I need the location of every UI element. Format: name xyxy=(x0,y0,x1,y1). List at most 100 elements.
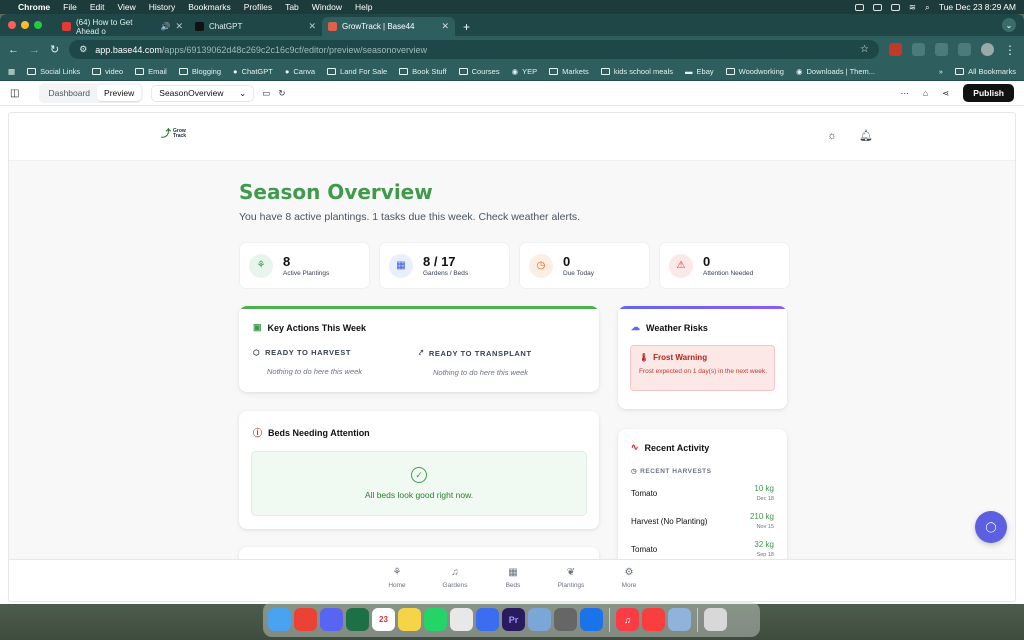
stat-attention-needed[interactable]: ⚠ 0 Attention Needed xyxy=(659,242,790,289)
theme-toggle-sun-icon[interactable]: ☼ xyxy=(827,130,837,142)
sidebar-toggle-icon[interactable]: ◫ xyxy=(10,88,19,99)
safari-icon[interactable] xyxy=(554,608,577,631)
extensions-puzzle-icon[interactable] xyxy=(912,43,925,56)
close-window-button[interactable] xyxy=(8,21,16,29)
chat-button[interactable]: ◯ xyxy=(975,511,1007,543)
bookmark-item[interactable]: Land For Sale xyxy=(327,67,387,76)
stat-gardens-beds[interactable]: ▦ 8 / 17 Gardens / Beds xyxy=(379,242,510,289)
all-bookmarks[interactable]: » All Bookmarks xyxy=(939,67,1016,76)
screenshot-icon[interactable] xyxy=(668,608,691,631)
bookmark-item[interactable]: ● ChatGPT xyxy=(233,67,273,76)
site-info-icon[interactable]: ⚙ xyxy=(79,44,87,55)
music-icon[interactable]: ♫ xyxy=(616,608,639,631)
browser-tab[interactable]: ChatGPT ✕ xyxy=(189,17,322,36)
share-icon[interactable]: ⋖ xyxy=(942,88,949,99)
bookmark-item[interactable]: Email xyxy=(135,67,167,76)
media-icon[interactable] xyxy=(958,43,971,56)
search-icon[interactable]: ⌕ xyxy=(925,2,930,13)
menu-help[interactable]: Help xyxy=(355,2,372,12)
new-tab-icon[interactable]: + xyxy=(463,17,470,36)
bookmark-item[interactable]: Markets xyxy=(549,67,589,76)
finder-icon[interactable] xyxy=(268,608,291,631)
device-preview-icon[interactable]: ▭ xyxy=(262,88,270,99)
nordvpn-icon[interactable] xyxy=(580,608,603,631)
page-selector[interactable]: SeasonOverview ⌄ xyxy=(151,84,255,102)
bookmark-item[interactable]: ● Canva xyxy=(285,67,315,76)
more-menu-icon[interactable]: ⋮ xyxy=(1004,43,1016,57)
profile-avatar-icon[interactable] xyxy=(981,43,994,56)
list-item[interactable]: Harvest (No Planting) 210 kg Nov 15 xyxy=(618,507,787,535)
app-store-icon[interactable] xyxy=(450,608,473,631)
bookmark-item[interactable]: ◉ Downloads | Them... xyxy=(796,67,875,76)
chrome-icon[interactable] xyxy=(294,608,317,631)
menu-tab[interactable]: Tab xyxy=(285,2,299,12)
nav-more[interactable]: ⚙ More xyxy=(615,567,643,601)
tab-dashboard[interactable]: Dashboard xyxy=(41,85,97,101)
excel-icon[interactable] xyxy=(346,608,369,631)
menu-edit[interactable]: Edit xyxy=(90,2,105,12)
url-bar[interactable]: ⚙ app.base44.com/apps/69139062d48c269c2c… xyxy=(69,40,879,59)
news-icon[interactable] xyxy=(642,608,665,631)
publish-button[interactable]: Publish xyxy=(963,84,1014,102)
menu-window[interactable]: Window xyxy=(312,2,342,12)
status-icon[interactable] xyxy=(890,3,900,11)
close-tab-icon[interactable]: ✕ xyxy=(175,21,183,32)
notifications-bell-icon[interactable]: 🔔︎ xyxy=(859,129,873,142)
bookmark-item[interactable]: ◉ YEP xyxy=(512,67,538,76)
back-icon[interactable]: ← xyxy=(8,44,19,56)
bookmark-item[interactable]: ▬ Ebay xyxy=(685,67,714,76)
more-options-icon[interactable]: ⋯ xyxy=(901,88,910,99)
minimize-window-button[interactable] xyxy=(21,21,29,29)
tab-preview[interactable]: Preview xyxy=(97,85,142,101)
browser-tab[interactable]: (64) How to Get Ahead o 🔊 ✕ xyxy=(56,17,189,36)
nav-gardens[interactable]: ♫ Gardens xyxy=(441,567,469,601)
stat-active-plantings[interactable]: ⚘ 8 Active Plantings xyxy=(239,242,370,289)
whatsapp-icon[interactable] xyxy=(424,608,447,631)
github-icon[interactable]: ⌂ xyxy=(923,88,928,98)
menu-chrome[interactable]: Chrome xyxy=(18,2,50,12)
download-icon[interactable] xyxy=(935,43,948,56)
close-tab-icon[interactable]: ✕ xyxy=(441,21,449,32)
clock[interactable]: Tue Dec 23 8:29 AM xyxy=(939,2,1016,12)
vpn-icon[interactable] xyxy=(476,608,499,631)
discord-icon[interactable] xyxy=(320,608,343,631)
bookmark-item[interactable]: Courses xyxy=(458,67,500,76)
menu-history[interactable]: History xyxy=(149,2,175,12)
preview-icon[interactable] xyxy=(528,608,551,631)
nav-beds[interactable]: ▦ Beds xyxy=(499,567,527,601)
tab-search-icon[interactable]: ⌄ xyxy=(1002,18,1016,32)
bookmark-item[interactable]: video xyxy=(92,67,123,76)
bookmark-item[interactable]: Book Stuff xyxy=(399,67,447,76)
bookmark-item[interactable]: Social Links xyxy=(27,67,80,76)
premiere-pro-icon[interactable]: Pr xyxy=(502,608,525,631)
menu-file[interactable]: File xyxy=(63,2,77,12)
reload-icon[interactable]: ↻ xyxy=(50,43,59,56)
close-tab-icon[interactable]: ✕ xyxy=(308,21,316,32)
wifi-icon[interactable]: ≋ xyxy=(909,2,916,13)
card-title-text: Beds Needing Attention xyxy=(268,427,370,438)
forward-icon[interactable]: → xyxy=(29,44,40,56)
status-icon[interactable] xyxy=(854,3,864,11)
apps-grid-icon[interactable]: ▦ xyxy=(8,67,15,76)
trash-icon[interactable] xyxy=(704,608,727,631)
calendar-icon[interactable]: 23 xyxy=(372,608,395,631)
menu-bookmarks[interactable]: Bookmarks xyxy=(188,2,231,12)
browser-tab-active[interactable]: GrowTrack | Base44 ✕ xyxy=(322,17,455,36)
stat-due-today[interactable]: ◷ 0 Due Today xyxy=(519,242,650,289)
zoom-window-button[interactable] xyxy=(34,21,42,29)
bookmark-item[interactable]: kids school meals xyxy=(600,67,673,76)
growtrack-logo[interactable]: ⤴ Grow Track xyxy=(161,129,186,140)
extension-icon[interactable] xyxy=(889,43,902,56)
chatgpt-icon xyxy=(195,22,204,31)
menu-view[interactable]: View xyxy=(117,2,135,12)
nav-plantings[interactable]: ❦ Plantings xyxy=(557,567,585,601)
menu-profiles[interactable]: Profiles xyxy=(244,2,272,12)
bookmark-star-icon[interactable]: ☆ xyxy=(860,44,869,55)
nav-home[interactable]: ⚘ Home xyxy=(383,567,411,601)
bookmark-item[interactable]: Blogging xyxy=(178,67,221,76)
bookmark-item[interactable]: Woodworking xyxy=(725,67,784,76)
list-item[interactable]: Tomato 10 kg Dec 18 xyxy=(618,479,787,507)
status-icon[interactable] xyxy=(872,3,882,11)
refresh-icon[interactable]: ↻ xyxy=(278,88,285,99)
notes-icon[interactable] xyxy=(398,608,421,631)
